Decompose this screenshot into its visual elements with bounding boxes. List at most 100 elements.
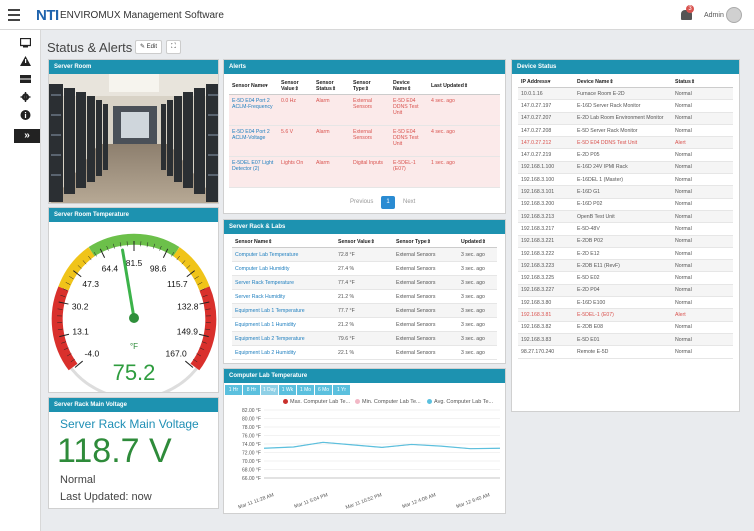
edit-button[interactable]: ✎ Edit [135,40,162,54]
x-tick-label: Mar 11 11:28 AM [238,492,275,510]
rack-sensor-name[interactable]: Equipment Lab 2 Temperature [232,331,335,346]
device-row[interactable]: 147.0.27.219 E-2D P05 Normal [518,148,733,162]
device-row[interactable]: 147.0.27.208 E-5D Server Rack Monitor Norm… [518,124,733,138]
range-button[interactable]: 1 Mo [297,385,314,395]
device-row[interactable]: 192.168.3.200 E-16D P02 Normal [518,198,733,211]
gauge-tick-label: 115.7 [167,279,188,289]
alerts-header[interactable]: Device Name⇕ [390,78,428,95]
rack-row[interactable]: Server Rack Temperature 77.4 °F External S… [232,275,497,290]
rack-header[interactable]: Sensor Name⇕ [232,237,335,248]
alerts-header[interactable]: Sensor Name▾ [229,78,278,95]
rack-sensor-type: External Sensors [393,303,458,318]
pagination-page-1[interactable]: 1 [381,196,395,209]
rack-updated: 3 sec. ago [458,247,497,262]
device-row[interactable]: 192.168.3.221 E-2DB P02 Normal [518,235,733,248]
rack-header[interactable]: Updated⇕ [458,237,497,248]
range-button[interactable]: 1 Hr [225,385,242,395]
alert-row[interactable]: E-5D E04 Port 2 ACLM-Frequency 0.0 Hz Al… [229,94,500,126]
gauge-tick-label: 30.2 [72,302,89,312]
range-button[interactable]: 1 Wk [279,385,296,395]
device-row[interactable]: 192.168.1.100 E-16D 24V IPMI Rack Normal [518,161,733,175]
alerts-header[interactable]: Last Updated⇕ [428,78,500,95]
x-tick-label: Mar 12 4:06 AM [401,492,436,510]
rack-row[interactable]: Equipment Lab 1 Humidity 21.2 % External S… [232,317,497,332]
range-button[interactable]: 1 Yr [333,385,350,395]
legend-max[interactable]: Max. Computer Lab Te... [283,399,350,405]
pagination-next[interactable]: Next [403,199,415,205]
device-row[interactable]: 192.168.3.227 E-2D P04 Normal [518,284,733,298]
rack-sensor-type: External Sensors [393,345,458,360]
device-name: E-5D E02 [574,271,672,285]
legend-min[interactable]: Min. Computer Lab Te... [355,399,421,405]
user-name[interactable]: Admin [704,12,724,19]
alert-sensor-name[interactable]: E-5D E04 Port 2 ACLM-Frequency [229,94,278,126]
device-row[interactable]: 192.168.3.213 OpenB Test Unit Normal [518,210,733,224]
rack-header[interactable]: Sensor Value⇕ [335,237,393,248]
range-button[interactable]: 6 Mo [315,385,332,395]
device-row[interactable]: 192.168.3.222 E-2D E12 Normal [518,247,733,261]
user-avatar[interactable] [726,7,742,23]
fullscreen-button[interactable]: ⛶ [166,40,181,54]
monitor-icon[interactable] [19,37,32,48]
alert-sensor-name[interactable]: E-5DEL E07 Light Detector (2) [229,156,278,188]
alerts-header[interactable]: Sensor Status⇕ [313,78,350,95]
info-icon[interactable] [20,110,31,120]
alert-row[interactable]: E-5D E04 Port 2 ACLM-Voltage 5.6 V Alarm… [229,125,500,157]
device-row[interactable]: 192.168.3.101 E-16D G1 Normal [518,185,733,199]
alerts-header-label: Sensor Value [281,80,299,92]
hamburger-menu-icon[interactable] [8,9,20,24]
device-row[interactable]: 192.168.3.80 E-16D E100 Normal [518,296,733,310]
device-row[interactable]: 192.168.3.225 E-5D E02 Normal [518,271,733,285]
device-name: E-5DEL-1 (E07) [574,308,672,322]
alert-row[interactable]: E-5DEL E07 Light Detector (2) Lights On … [229,156,500,188]
alerts-header[interactable]: Sensor Value⇕ [278,78,313,95]
pagination-previous[interactable]: Previous [350,199,373,205]
gear-icon[interactable] [20,92,31,102]
range-button[interactable]: 1 Day [261,385,278,395]
device-header-label: Device Name [577,79,610,85]
device-header[interactable]: IP Address▾ [518,77,574,88]
rack-row[interactable]: Computer Lab Temperature 72.8 °F External … [232,247,497,262]
rack-sensor-name[interactable]: Equipment Lab 2 Humidity [232,345,335,360]
rack-sensor-name[interactable]: Server Rack Temperature [232,275,335,290]
device-status: Normal [672,222,733,236]
server-icon[interactable] [20,74,31,84]
rack-sensor-value: 79.6 °F [335,331,393,346]
device-row[interactable]: 147.0.27.212 E-5D E04 DDNS Test Unit Alert [518,136,733,150]
legend-avg[interactable]: Avg. Computer Lab Te... [427,399,493,405]
rack-row[interactable]: Equipment Lab 1 Temperature 77.7 °F Extern… [232,303,497,318]
rack-sensor-name[interactable]: Server Rack Humidity [232,289,335,304]
range-button[interactable]: 8 Hr [243,385,260,395]
rack-row[interactable]: Equipment Lab 2 Temperature 79.6 °F Extern… [232,331,497,346]
rack-row[interactable]: Server Rack Humidity 21.2 % External Senso… [232,289,497,304]
warning-icon[interactable] [20,56,31,66]
device-row[interactable]: 192.168.3.223 E-2DB E11 (RevF) Normal [518,259,733,273]
device-row[interactable]: 192.168.3.82 E-2DB E08 Normal [518,321,733,334]
device-row[interactable]: 98.27.170.240 Remote E-5D Normal [518,345,733,359]
alerts-header[interactable]: Sensor Type⇕ [350,78,390,95]
gauge-hub [129,313,139,323]
rack-sensor-name[interactable]: Computer Lab Temperature [232,247,335,262]
device-status: Normal [672,124,733,138]
rack-row[interactable]: Computer Lab Humidity 27.4 % External Sens… [232,261,497,276]
device-header[interactable]: Device Name⇕ [574,77,672,88]
rack-sensor-name[interactable]: Equipment Lab 1 Humidity [232,317,335,332]
device-row[interactable]: 192.168.3.81 E-5DEL-1 (E07) Alert [518,308,733,322]
rack-sensor-name[interactable]: Equipment Lab 1 Temperature [232,303,335,318]
device-status-title: Device Status [512,60,739,74]
alert-device-name: E-5D E04 DDNS Test Unit [390,125,428,157]
edit-button-label: Edit [146,44,158,50]
rack-row[interactable]: Equipment Lab 2 Humidity 22.1 % External S… [232,345,497,360]
device-row[interactable]: 192.168.3.217 E-5D-48V Normal [518,222,733,236]
device-row[interactable]: 10.0.1.16 Furnace Room E-2D Normal [518,87,733,101]
device-row[interactable]: 147.0.27.197 E-16D Server Rack Monitor Nor… [518,99,733,113]
device-row[interactable]: 192.168.3.100 E-16DEL 1 (Master) Normal [518,173,733,187]
rack-sensor-name[interactable]: Computer Lab Humidity [232,261,335,276]
device-name: E-16D P02 [574,198,672,211]
device-row[interactable]: 147.0.27.207 E-2D Lab Room Environment Mo… [518,112,733,125]
expand-sidebar-button[interactable]: » [14,129,40,143]
device-row[interactable]: 192.168.3.83 E-5D E01 Normal [518,333,733,347]
rack-header[interactable]: Sensor Type⇕ [393,237,458,248]
alert-sensor-name[interactable]: E-5D E04 Port 2 ACLM-Voltage [229,125,278,157]
device-header[interactable]: Status⇕ [672,77,733,88]
